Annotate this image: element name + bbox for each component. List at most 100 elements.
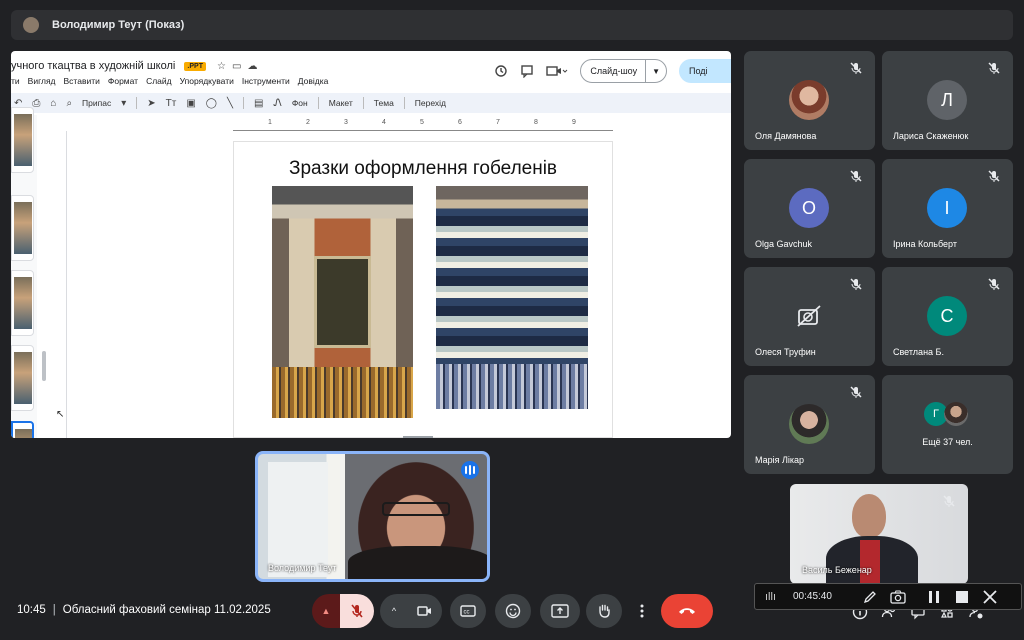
slide-thumbnail[interactable] xyxy=(11,195,34,261)
ruler-tick: 3 xyxy=(344,119,348,126)
mic-muted-icon xyxy=(850,62,862,74)
tapestry-image-1[interactable] xyxy=(272,186,413,418)
paint-format-icon[interactable]: ⌂ xyxy=(50,98,56,109)
screenshot-camera-icon[interactable] xyxy=(890,589,906,605)
menu-item-view[interactable]: Вигляд xyxy=(28,76,56,86)
mic-toggle-button[interactable] xyxy=(340,594,374,628)
phone-hangup-icon xyxy=(679,608,695,614)
menu-item-arrange[interactable]: Упорядкувати xyxy=(180,76,234,86)
mic-muted-icon xyxy=(988,62,1000,74)
avatar: І xyxy=(927,188,967,228)
history-icon[interactable] xyxy=(494,64,508,78)
video-call-icon[interactable] xyxy=(546,64,568,78)
presenter-video[interactable]: Володимир Теут xyxy=(255,451,490,582)
reactions-button[interactable] xyxy=(495,594,531,628)
pause-icon[interactable] xyxy=(926,589,942,605)
cloud-icon[interactable]: ☁ xyxy=(247,61,263,72)
menu-bar: ти Вигляд Вставити Формат Слайд Упорядку… xyxy=(11,76,328,86)
star-icon[interactable]: ☆ xyxy=(217,61,232,72)
captions-icon: cc xyxy=(460,605,476,617)
slide-title[interactable]: Зразки оформлення гобеленів xyxy=(234,158,612,180)
menu-item-slide[interactable]: Слайд xyxy=(146,76,172,86)
participant-tile[interactable]: Марія Лікар xyxy=(744,375,875,474)
present-screen-button[interactable] xyxy=(540,594,580,628)
share-button[interactable]: Поді xyxy=(679,59,731,83)
share-label: Поді xyxy=(689,66,708,76)
select-cursor-icon[interactable]: ➤ xyxy=(147,98,155,109)
ruler-tick: 4 xyxy=(382,119,386,126)
more-participants-tile[interactable]: Г Ещё 37 чел. xyxy=(882,375,1013,474)
participant-tile[interactable]: Л Лариса Скаженюк xyxy=(882,51,1013,150)
slideshow-button[interactable]: Слайд-шоу ▼ xyxy=(580,59,667,83)
leave-call-button[interactable] xyxy=(661,594,713,628)
presenter-avatar xyxy=(23,17,39,33)
notes-resize-handle[interactable] xyxy=(403,436,433,438)
move-folder-icon[interactable]: ▭ xyxy=(232,61,247,72)
layout-button[interactable]: Макет xyxy=(329,98,353,108)
more-vertical-icon xyxy=(640,604,644,618)
participant-name: Оля Дамянова xyxy=(755,131,817,141)
participant-tile[interactable]: O Olga Gavchuk xyxy=(744,159,875,258)
shape-icon[interactable]: ◯ xyxy=(206,98,217,109)
menu-item-help[interactable]: Довідка xyxy=(298,76,329,86)
stop-icon[interactable] xyxy=(954,589,970,605)
participant-tile[interactable]: C Светлана Б. xyxy=(882,267,1013,366)
participant-tile[interactable]: Олеся Труфин xyxy=(744,267,875,366)
hand-icon xyxy=(599,604,610,618)
theme-button[interactable]: Тема xyxy=(374,98,394,108)
mic-muted-icon xyxy=(850,278,862,290)
camera-options-button[interactable]: ^ xyxy=(380,594,408,628)
slide-thumbnail[interactable] xyxy=(11,107,34,173)
zoom-icon[interactable]: ⌕ xyxy=(66,98,72,109)
raise-hand-button[interactable] xyxy=(586,594,622,628)
mic-muted-icon xyxy=(988,170,1000,182)
participant-video[interactable]: Василь Беженар xyxy=(790,484,968,584)
toolbar-divider xyxy=(362,97,364,109)
menu-item-insert[interactable]: Вставити xyxy=(64,76,100,86)
participant-name: Василь Беженар xyxy=(802,565,872,575)
participant-tile[interactable]: Оля Дамянова xyxy=(744,51,875,150)
avatar xyxy=(944,402,968,426)
ruler-tick: 7 xyxy=(496,119,500,126)
textbox-icon[interactable]: Tт xyxy=(166,98,177,109)
menu-item-format[interactable]: Формат xyxy=(108,76,138,86)
chevron-down-icon[interactable]: ▾ xyxy=(121,98,126,109)
ruler-tick: 9 xyxy=(572,119,576,126)
pen-icon[interactable] xyxy=(862,589,878,605)
zoom-select[interactable]: Припас xyxy=(82,98,111,108)
avatar: Л xyxy=(927,80,967,120)
captions-button[interactable]: cc xyxy=(450,594,486,628)
participant-tile[interactable]: І Ірина Кольберт xyxy=(882,159,1013,258)
avatar: O xyxy=(789,188,829,228)
ruler-tick: 8 xyxy=(534,119,538,126)
slide-thumbnail[interactable] xyxy=(11,345,34,411)
menu-item-edit[interactable]: ти xyxy=(11,76,20,86)
comment-icon[interactable] xyxy=(520,64,534,78)
mic-muted-icon xyxy=(943,495,955,507)
image-icon[interactable]: ▣ xyxy=(186,98,195,109)
camera-off-icon xyxy=(797,305,821,327)
close-icon[interactable] xyxy=(982,589,998,605)
menu-item-tools[interactable]: Інструменти xyxy=(242,76,290,86)
mouse-cursor-icon: ↖ xyxy=(56,409,65,420)
line-icon[interactable]: ╲ xyxy=(227,98,233,109)
text-format-icon[interactable]: Ꮑ xyxy=(273,98,281,109)
chevron-down-icon[interactable]: ▼ xyxy=(646,67,666,76)
comment-add-icon[interactable]: ▤ xyxy=(254,98,263,109)
more-options-button[interactable] xyxy=(631,594,653,628)
transition-button[interactable]: Перехід xyxy=(415,98,446,108)
avatar: C xyxy=(927,296,967,336)
participant-name: Володимир Теут xyxy=(268,563,337,573)
print-icon[interactable]: ⎙ xyxy=(32,98,40,109)
slide-canvas[interactable]: Зразки оформлення гобеленів xyxy=(233,141,613,438)
camera-toggle-button[interactable] xyxy=(408,594,442,628)
slide-thumbnail[interactable] xyxy=(11,270,34,336)
tapestry-image-2[interactable] xyxy=(436,186,588,409)
slide-thumbnail-active[interactable] xyxy=(11,421,34,438)
ruler-tick: 1 xyxy=(268,119,272,126)
mic-options-button[interactable]: ▲ xyxy=(312,594,340,628)
filmstrip-scrollbar[interactable] xyxy=(42,351,46,381)
vertical-ruler xyxy=(55,131,67,438)
background-button[interactable]: Фон xyxy=(292,98,308,108)
ruler-tick: 6 xyxy=(458,119,462,126)
